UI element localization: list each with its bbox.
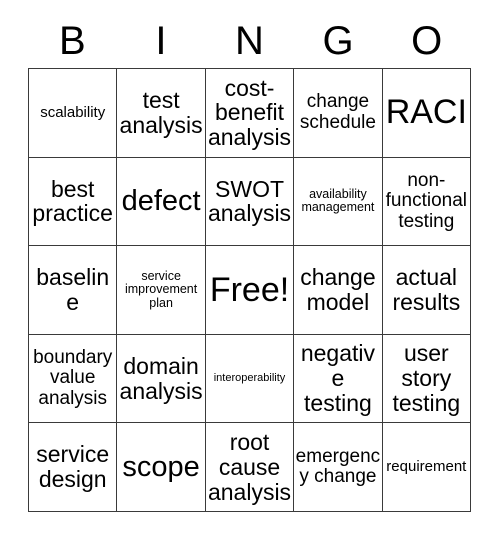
bingo-cell-label: scope <box>122 450 200 483</box>
bingo-cell[interactable]: domain analysis <box>117 334 206 424</box>
bingo-row: baseline service improvement plan Free! … <box>29 246 472 335</box>
bingo-cell[interactable]: interoperability <box>205 334 295 424</box>
bingo-cell-label: service design <box>36 441 110 493</box>
bingo-cell[interactable]: RACI <box>382 69 472 158</box>
bingo-row: service design scope root cause analysis… <box>29 423 472 512</box>
bingo-cell[interactable]: service design <box>29 423 118 512</box>
bingo-cell-label: user story testing <box>392 340 461 416</box>
bingo-cell[interactable]: actual results <box>382 246 472 335</box>
bingo-row: scalability test analysis cost-benefit a… <box>29 69 472 158</box>
bingo-row: boundary value analysis domain analysis … <box>29 334 472 424</box>
bingo-card: B I N G O scalability test analysis cost… <box>28 14 472 512</box>
bingo-cell-label: interoperability <box>213 371 286 384</box>
bingo-cell[interactable]: scope <box>117 423 206 512</box>
bingo-header-letter-o: O <box>411 19 443 63</box>
bingo-cell[interactable]: user story testing <box>382 334 472 424</box>
bingo-header-row: B I N G O <box>28 14 471 68</box>
bingo-row: best practice defect SWOT analysis avail… <box>29 157 472 247</box>
bingo-cell[interactable]: best practice <box>29 157 118 247</box>
bingo-cell[interactable]: service improvement plan <box>117 246 206 335</box>
bingo-free-label: Free! <box>209 270 290 309</box>
bingo-cell-label: cost-benefit analysis <box>207 74 292 151</box>
bingo-cell-label: baseline <box>36 264 110 315</box>
bingo-cell[interactable]: cost-benefit analysis <box>205 69 295 158</box>
bingo-cell-label: requirement <box>386 458 467 476</box>
bingo-cell[interactable]: baseline <box>29 246 118 335</box>
bingo-header-letter-b: B <box>58 19 86 63</box>
bingo-cell[interactable]: root cause analysis <box>205 423 295 512</box>
bingo-header-letter-g: G <box>322 19 354 63</box>
bingo-cell[interactable]: non-functional testing <box>382 157 472 247</box>
bingo-cell[interactable]: change schedule <box>294 69 383 158</box>
bingo-cell-label: change model <box>300 264 376 315</box>
bingo-cell[interactable]: availability management <box>294 157 383 247</box>
bingo-cell-label: best practice <box>32 175 113 227</box>
bingo-cell[interactable]: scalability <box>29 69 118 158</box>
bingo-cell[interactable]: negative testing <box>294 334 383 424</box>
bingo-free-cell[interactable]: Free! <box>205 246 295 335</box>
bingo-cell-label: RACI <box>385 93 467 132</box>
bingo-grid: scalability test analysis cost-benefit a… <box>28 68 472 512</box>
bingo-cell-label: SWOT analysis <box>207 175 292 227</box>
bingo-header-letter-n: N <box>235 19 264 63</box>
bingo-cell-label: change schedule <box>299 91 376 133</box>
bingo-cell[interactable]: SWOT analysis <box>205 157 295 247</box>
bingo-cell-label: service improvement plan <box>124 268 198 310</box>
bingo-cell-label: non-functional testing <box>385 169 467 232</box>
bingo-cell-label: negative testing <box>300 340 375 416</box>
bingo-cell[interactable]: change model <box>294 246 383 335</box>
bingo-cell[interactable]: requirement <box>382 423 472 512</box>
bingo-cell-label: test analysis <box>119 86 203 138</box>
bingo-cell-label: actual results <box>392 264 461 315</box>
bingo-cell-label: scalability <box>40 103 106 121</box>
bingo-cell-label: root cause analysis <box>207 428 292 505</box>
bingo-cell[interactable]: emergency change <box>294 423 383 512</box>
bingo-cell[interactable]: test analysis <box>117 69 206 158</box>
bingo-header-letter-i: I <box>155 19 167 63</box>
bingo-cell[interactable]: boundary value analysis <box>29 334 118 424</box>
bingo-cell-label: domain analysis <box>119 352 203 404</box>
bingo-cell-label: boundary value analysis <box>33 346 113 409</box>
bingo-cell-label: emergency change <box>295 445 381 488</box>
bingo-cell[interactable]: defect <box>117 157 206 247</box>
bingo-cell-label: defect <box>121 184 201 217</box>
bingo-cell-label: availability management <box>301 186 375 215</box>
